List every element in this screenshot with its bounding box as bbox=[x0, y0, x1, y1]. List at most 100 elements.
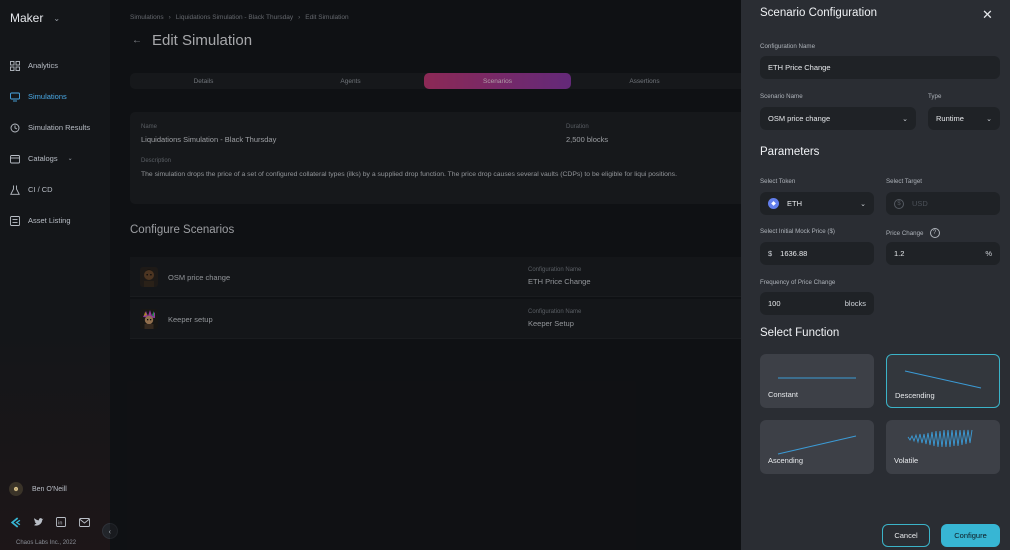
chevron-down-icon: ⌄ bbox=[986, 115, 992, 123]
tab-agents[interactable]: Agents bbox=[277, 73, 424, 89]
page-title: Edit Simulation bbox=[152, 32, 253, 49]
name-label: Name bbox=[141, 124, 158, 130]
close-icon[interactable]: ✕ bbox=[982, 7, 993, 23]
cancel-button[interactable]: Cancel bbox=[882, 524, 930, 547]
percent-unit: % bbox=[985, 249, 992, 258]
analytics-icon bbox=[10, 60, 20, 71]
function-card-volatile[interactable]: Volatile bbox=[886, 420, 1000, 474]
back-arrow-icon[interactable]: ← bbox=[132, 35, 142, 46]
function-label: Ascending bbox=[768, 456, 804, 465]
dollar-icon: $ bbox=[894, 198, 904, 209]
sidebar-item-simulation-results[interactable]: Simulation Results bbox=[0, 112, 110, 143]
function-label: Constant bbox=[768, 390, 799, 399]
scenario-avatar bbox=[140, 309, 158, 329]
breadcrumb: Simulations › Liquidations Simulation - … bbox=[130, 14, 349, 21]
initial-price-value: 1636.88 bbox=[780, 249, 808, 258]
configuration-name-label: Configuration Name bbox=[760, 43, 816, 50]
user-profile[interactable]: ☻ Ben O'Neill bbox=[9, 482, 67, 496]
frequency-input[interactable]: 100 blocks bbox=[760, 292, 874, 315]
sidebar-item-ci-cd[interactable]: CI / CD bbox=[0, 174, 110, 205]
descending-line-icon bbox=[904, 370, 982, 389]
sidebar-item-analytics[interactable]: Analytics bbox=[0, 50, 110, 81]
scenario-row[interactable]: Keeper setup Configuration Name Keeper S… bbox=[130, 299, 750, 339]
configuration-name-input[interactable]: ETH Price Change bbox=[760, 56, 1000, 79]
function-card-ascending[interactable]: Ascending bbox=[760, 420, 874, 474]
flask-icon bbox=[10, 185, 20, 195]
help-icon[interactable]: ? bbox=[929, 228, 940, 238]
price-change-input[interactable]: 1.2 % bbox=[886, 242, 1000, 265]
target-select[interactable]: $ USD bbox=[886, 192, 1000, 215]
type-select[interactable]: Runtime ⌄ bbox=[928, 107, 1000, 130]
chevron-left-icon: ‹ bbox=[108, 526, 112, 536]
avatar: ☻ bbox=[9, 482, 23, 496]
chevron-down-icon: ⌄ bbox=[67, 156, 73, 162]
description-value: The simulation drops the price of a set … bbox=[141, 171, 677, 178]
scenario-avatar bbox=[140, 267, 158, 287]
history-icon bbox=[10, 123, 20, 132]
sidebar-item-label: Asset Listing bbox=[28, 216, 71, 225]
sidebar: Maker ⌄ Analytics Simulations Simulation… bbox=[0, 0, 110, 550]
social-links: in bbox=[9, 516, 90, 528]
scenario-name-label: Scenario Name bbox=[760, 93, 803, 100]
twitter-icon[interactable] bbox=[32, 516, 44, 528]
ethereum-icon: ◆ bbox=[768, 198, 779, 209]
frequency-value: 100 bbox=[768, 299, 781, 308]
collapse-sidebar-button[interactable]: ‹ bbox=[102, 523, 118, 539]
app-switcher[interactable]: Maker ⌄ bbox=[10, 11, 60, 25]
function-card-constant[interactable]: Constant bbox=[760, 354, 874, 408]
breadcrumb-item[interactable]: Liquidations Simulation - Black Thursday bbox=[176, 14, 293, 21]
monitor-icon bbox=[10, 92, 20, 101]
price-change-value: 1.2 bbox=[894, 249, 905, 258]
breadcrumb-separator: › bbox=[168, 14, 171, 21]
breadcrumb-item: Edit Simulation bbox=[305, 14, 349, 21]
frequency-label: Frequency of Price Change bbox=[760, 279, 836, 286]
function-label: Descending bbox=[895, 391, 935, 400]
volatile-line-icon bbox=[907, 429, 973, 448]
select-function-title: Select Function bbox=[760, 327, 840, 339]
scenario-configuration-drawer: Scenario Configuration ✕ Configuration N… bbox=[741, 0, 1010, 550]
details-card: Name Liquidations Simulation - Black Thu… bbox=[130, 112, 750, 204]
function-card-descending[interactable]: Descending bbox=[886, 354, 1000, 408]
scenario-row[interactable]: OSM price change Configuration Name ETH … bbox=[130, 257, 750, 297]
select-target-label: Select Target bbox=[886, 178, 922, 185]
constant-line-icon bbox=[778, 377, 856, 379]
sidebar-item-asset-listing[interactable]: Asset Listing bbox=[0, 205, 110, 236]
tab-scenarios[interactable]: Scenarios bbox=[424, 73, 571, 89]
listing-icon bbox=[10, 215, 20, 226]
breadcrumb-item[interactable]: Simulations bbox=[130, 14, 164, 21]
description-label: Description bbox=[141, 158, 172, 164]
sidebar-item-label: Simulation Results bbox=[28, 123, 91, 132]
tab-details[interactable]: Details bbox=[130, 73, 277, 89]
scenario-name: OSM price change bbox=[168, 273, 231, 282]
sidebar-item-simulations[interactable]: Simulations bbox=[0, 81, 110, 112]
configure-scenarios-title: Configure Scenarios bbox=[130, 224, 235, 236]
chaos-logo-icon[interactable] bbox=[9, 516, 21, 528]
function-label: Volatile bbox=[894, 456, 919, 465]
tab-bar: Details Agents Scenarios Assertions bbox=[130, 73, 750, 89]
ascending-line-icon bbox=[777, 435, 857, 455]
sidebar-item-label: Catalogs bbox=[28, 154, 58, 163]
title-row: ← Edit Simulation bbox=[132, 32, 252, 49]
catalog-icon bbox=[10, 154, 20, 163]
blocks-unit: blocks bbox=[844, 299, 866, 308]
token-select[interactable]: ◆ ETH ⌄ bbox=[760, 192, 874, 215]
configure-button[interactable]: Configure bbox=[941, 524, 1000, 547]
token-value: ETH bbox=[787, 199, 802, 208]
scenario-name-value: OSM price change bbox=[768, 114, 831, 123]
initial-price-label: Select Initial Mock Price ($) bbox=[760, 228, 835, 235]
copyright: Chaos Labs Inc., 2022 bbox=[16, 540, 77, 546]
simulation-name: Liquidations Simulation - Black Thursday bbox=[141, 135, 277, 144]
initial-price-input[interactable]: $ 1636.88 bbox=[760, 242, 874, 265]
configuration-name-label: Configuration Name bbox=[528, 309, 582, 315]
mail-icon[interactable] bbox=[78, 516, 90, 528]
linkedin-icon[interactable]: in bbox=[55, 516, 67, 528]
tab-assertions[interactable]: Assertions bbox=[571, 73, 718, 89]
parameters-title: Parameters bbox=[760, 146, 820, 158]
sidebar-item-catalogs[interactable]: Catalogs ⌄ bbox=[0, 143, 110, 174]
scenario-name: Keeper setup bbox=[168, 315, 213, 324]
breadcrumb-separator: › bbox=[298, 14, 301, 21]
sidebar-nav: Analytics Simulations Simulation Results… bbox=[0, 50, 110, 236]
price-change-label-row: Price Change ? bbox=[886, 228, 940, 238]
target-placeholder: USD bbox=[912, 199, 928, 208]
scenario-name-select[interactable]: OSM price change ⌄ bbox=[760, 107, 916, 130]
